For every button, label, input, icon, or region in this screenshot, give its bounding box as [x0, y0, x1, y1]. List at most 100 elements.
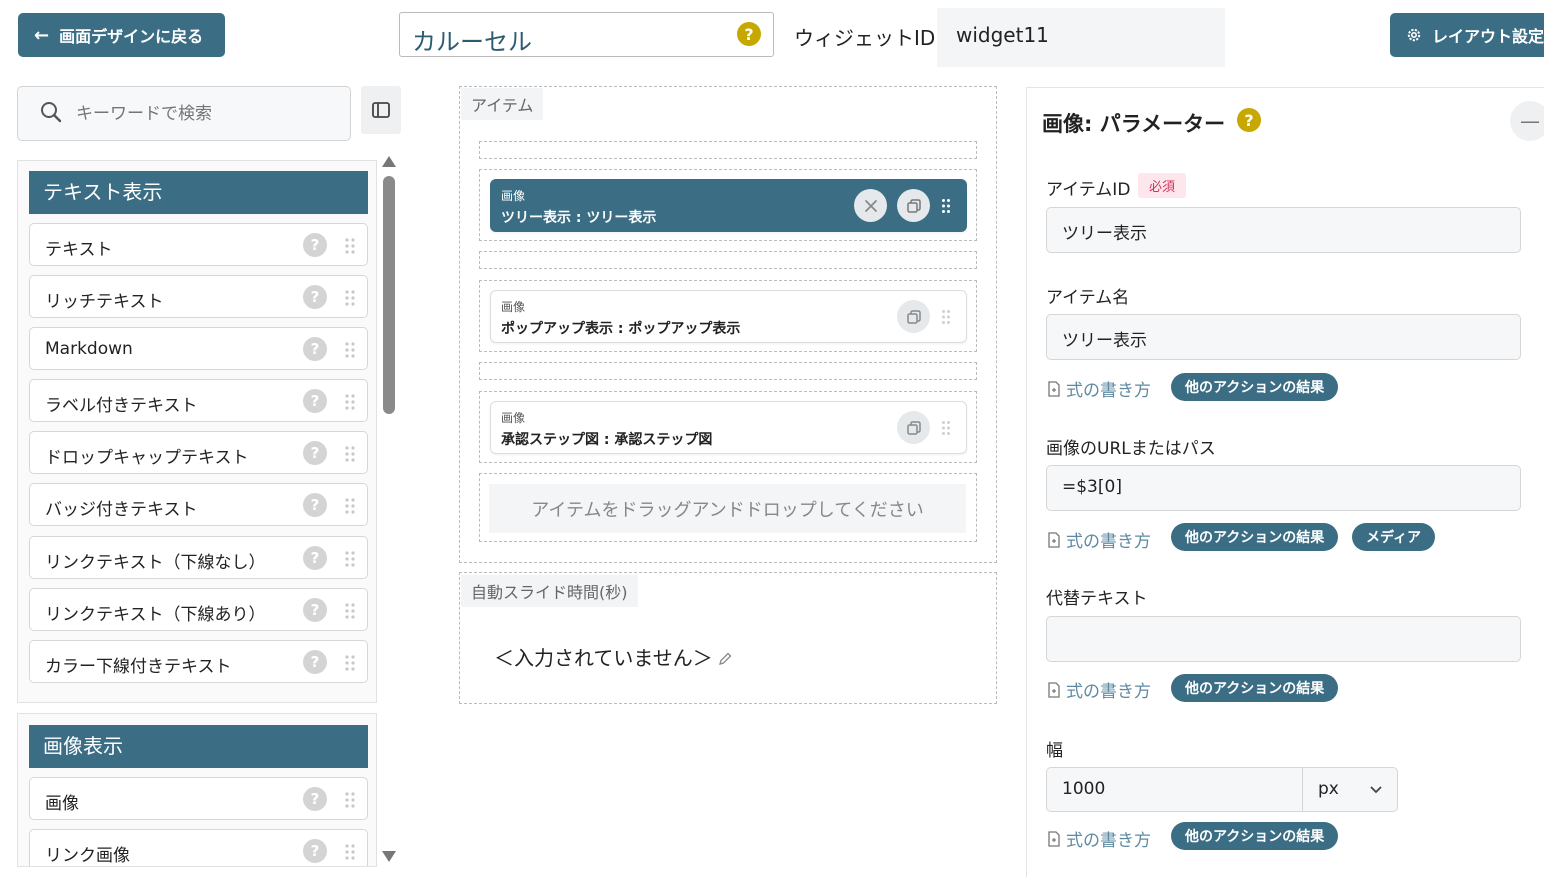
formula-help-link[interactable]: 式の書き方 — [1047, 677, 1151, 702]
other-action-result-chip[interactable]: 他のアクションの結果 — [1171, 674, 1339, 702]
palette-item-rich-text[interactable]: リッチテキスト ? — [29, 275, 368, 318]
toggle-sidebar-button[interactable] — [361, 86, 401, 134]
auto-slide-value[interactable]: ＜入力されていません＞ — [494, 642, 713, 671]
item-type-label: 画像 — [501, 411, 526, 425]
drag-handle-icon[interactable] — [941, 420, 951, 436]
item-id-label: アイテムID — [1046, 180, 1131, 200]
palette-item-link-text-plain[interactable]: リンクテキスト（下線なし） ? — [29, 536, 368, 579]
palette-section-text: テキスト表示 テキスト ? リッチテキスト ? Markdown ? ラベル付き… — [17, 160, 377, 703]
palette-item-link-text-underline[interactable]: リンクテキスト（下線あり） ? — [29, 588, 368, 631]
help-icon[interactable]: ? — [303, 389, 327, 413]
help-icon[interactable]: ? — [303, 493, 327, 517]
other-action-result-chip[interactable]: 他のアクションの結果 — [1171, 373, 1339, 401]
pencil-icon[interactable] — [717, 651, 733, 667]
layout-settings-button[interactable]: レイアウト設定 — [1390, 13, 1544, 57]
formula-help-link[interactable]: 式の書き方 — [1047, 826, 1151, 851]
help-icon[interactable]: ? — [303, 337, 327, 361]
item-id-value: ツリー表示 — [1062, 224, 1147, 244]
widget-id-field[interactable]: widget11 — [937, 8, 1225, 67]
drop-slot[interactable] — [479, 362, 977, 380]
items-tab-label: アイテム — [461, 88, 544, 120]
palette-item-image[interactable]: 画像 ? — [29, 777, 368, 820]
help-icon[interactable]: ? — [303, 233, 327, 257]
drag-handle-icon[interactable] — [344, 843, 356, 861]
widget-title-field[interactable]: カルーセル ? — [399, 12, 774, 57]
section-header-image: 画像表示 — [29, 725, 368, 768]
help-icon[interactable]: ? — [303, 441, 327, 465]
help-icon[interactable]: ? — [303, 546, 327, 570]
document-icon — [1048, 531, 1060, 548]
palette-item-labeled-text[interactable]: ラベル付きテキスト ? — [29, 379, 368, 422]
drag-handle-icon[interactable] — [344, 445, 356, 463]
help-icon[interactable]: ? — [303, 839, 327, 863]
remove-item-button[interactable] — [854, 189, 887, 222]
close-icon — [864, 199, 877, 212]
drag-handle-icon[interactable] — [344, 497, 356, 515]
search-input[interactable] — [76, 100, 336, 128]
auto-slide-tab-label: 自動スライド時間(秒) — [461, 575, 638, 607]
drag-handle-icon[interactable] — [344, 341, 356, 359]
collapse-panel-button[interactable]: — — [1510, 101, 1544, 141]
help-icon[interactable]: ? — [303, 787, 327, 811]
alt-text-field[interactable] — [1046, 616, 1521, 662]
chevron-down-icon — [1370, 786, 1382, 794]
copy-icon — [906, 309, 921, 324]
widget-title-value: カルーセル — [412, 28, 532, 56]
other-action-result-chip[interactable]: 他のアクションの結果 — [1171, 523, 1339, 551]
drag-handle-icon[interactable] — [344, 237, 356, 255]
width-unit-select[interactable]: px — [1302, 767, 1398, 812]
help-icon[interactable]: ? — [303, 650, 327, 674]
palette-item-text[interactable]: テキスト ? — [29, 223, 368, 266]
image-url-value: =$3[0] — [1062, 477, 1122, 497]
drop-slot[interactable] — [479, 141, 977, 159]
item-name-label: 承認ステップ図 : 承認ステップ図 — [501, 432, 713, 448]
palette-item-link-image[interactable]: リンク画像 ? — [29, 829, 368, 866]
drag-handle-icon[interactable] — [344, 550, 356, 568]
drag-handle-icon[interactable] — [344, 791, 356, 809]
back-to-screen-design-button[interactable]: ← 画面デザインに戻る — [18, 13, 225, 57]
drag-handle-icon[interactable] — [344, 289, 356, 307]
carousel-item-card[interactable]: 画像 ツリー表示 : ツリー表示 — [490, 179, 967, 232]
copy-icon — [906, 420, 921, 435]
scroll-up-arrow[interactable] — [382, 156, 396, 167]
item-name-value: ツリー表示 — [1062, 331, 1147, 351]
palette-item-color-underline-text[interactable]: カラー下線付きテキスト ? — [29, 640, 368, 683]
duplicate-item-button[interactable] — [897, 189, 930, 222]
drop-slot[interactable] — [479, 251, 977, 269]
media-chip[interactable]: メディア — [1352, 523, 1436, 551]
carousel-item-slot: 画像 承認ステップ図 : 承認ステップ図 — [479, 391, 977, 463]
help-icon[interactable]: ? — [737, 22, 761, 46]
carousel-item-card[interactable]: 画像 ポップアップ表示 : ポップアップ表示 — [490, 290, 967, 343]
drop-hint-text: アイテムをドラッグアンドドロップしてください — [489, 484, 966, 533]
width-unit-value: px — [1318, 779, 1339, 799]
palette-item-label: バッジ付きテキスト — [45, 500, 198, 520]
drag-handle-icon[interactable] — [941, 309, 951, 325]
duplicate-item-button[interactable] — [897, 411, 930, 444]
item-name-field[interactable]: ツリー表示 — [1046, 314, 1521, 360]
item-name-label: ツリー表示 : ツリー表示 — [501, 210, 657, 226]
duplicate-item-button[interactable] — [897, 300, 930, 333]
help-icon[interactable]: ? — [303, 285, 327, 309]
palette-item-badge-text[interactable]: バッジ付きテキスト ? — [29, 483, 368, 526]
drag-handle-icon[interactable] — [344, 654, 356, 672]
width-field[interactable]: 1000 — [1046, 767, 1303, 812]
formula-help-link[interactable]: 式の書き方 — [1047, 376, 1151, 401]
copy-icon — [906, 198, 921, 213]
drag-handle-icon[interactable] — [344, 602, 356, 620]
other-action-result-chip[interactable]: 他のアクションの結果 — [1171, 822, 1339, 850]
help-icon[interactable]: ? — [1237, 108, 1261, 132]
formula-help-link[interactable]: 式の書き方 — [1047, 527, 1151, 552]
palette-item-dropcap-text[interactable]: ドロップキャップテキスト ? — [29, 431, 368, 474]
item-id-field[interactable]: ツリー表示 — [1046, 207, 1521, 253]
palette-search[interactable] — [17, 86, 351, 141]
scroll-down-arrow[interactable] — [382, 851, 396, 862]
arrow-left-icon: ← — [34, 24, 50, 46]
image-url-field[interactable]: =$3[0] — [1046, 465, 1521, 511]
palette-scrollbar-thumb[interactable] — [383, 176, 395, 414]
drag-handle-icon[interactable] — [941, 198, 951, 214]
gear-icon — [1407, 28, 1421, 42]
palette-item-markdown[interactable]: Markdown ? — [29, 327, 368, 370]
help-icon[interactable]: ? — [303, 598, 327, 622]
drag-handle-icon[interactable] — [344, 393, 356, 411]
carousel-item-card[interactable]: 画像 承認ステップ図 : 承認ステップ図 — [490, 401, 967, 454]
